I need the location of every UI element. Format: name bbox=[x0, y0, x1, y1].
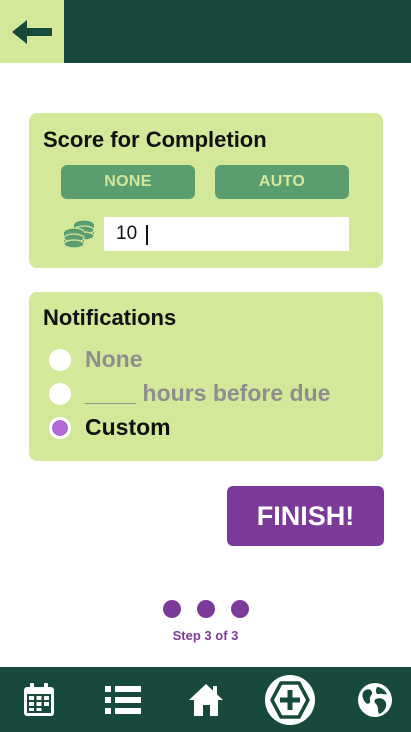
notify-option-hours[interactable]: ____ hours before due bbox=[49, 380, 330, 407]
list-icon bbox=[105, 685, 141, 714]
mode-none-button[interactable]: NONE bbox=[61, 165, 195, 199]
radio-button[interactable] bbox=[49, 348, 71, 371]
nav-globe[interactable] bbox=[345, 667, 405, 732]
finish-button[interactable]: FINISH! bbox=[227, 486, 384, 546]
coins-stack-icon bbox=[63, 219, 95, 249]
nav-calendar[interactable] bbox=[9, 667, 69, 732]
add-icon bbox=[270, 680, 310, 719]
step-dot-1 bbox=[163, 600, 181, 618]
notifications-title: Notifications bbox=[43, 305, 177, 330]
nav-home[interactable] bbox=[176, 667, 236, 732]
step-indicator-label: Step 3 of 3 bbox=[172, 628, 239, 643]
nav-add[interactable] bbox=[260, 667, 320, 732]
notify-option-label: Custom bbox=[85, 414, 171, 440]
step-dot-2 bbox=[197, 600, 215, 618]
notify-option-label: ____ hours before due bbox=[85, 380, 331, 406]
add-button-circle bbox=[265, 674, 315, 725]
top-bar bbox=[0, 0, 411, 63]
score-card: Score for Completion NONE AUTO bbox=[29, 113, 383, 268]
bottom-nav bbox=[0, 667, 411, 732]
notify-option-label: None bbox=[85, 346, 143, 372]
notifications-card: Notifications None ____ hours before due… bbox=[29, 292, 383, 461]
score-title: Score for Completion bbox=[43, 127, 267, 152]
notify-option-custom[interactable]: Custom bbox=[49, 414, 171, 441]
radio-button[interactable] bbox=[49, 382, 71, 405]
back-button[interactable] bbox=[0, 0, 64, 63]
mode-auto-button[interactable]: AUTO bbox=[215, 165, 349, 199]
nav-list[interactable] bbox=[93, 667, 153, 732]
notify-option-none[interactable]: None bbox=[49, 346, 143, 373]
score-input[interactable] bbox=[104, 217, 349, 251]
step-dot-3 bbox=[231, 600, 249, 618]
globe-icon bbox=[358, 682, 392, 717]
calendar-icon bbox=[24, 682, 54, 716]
arrow-left-icon bbox=[12, 19, 52, 44]
radio-button-selected[interactable] bbox=[49, 416, 71, 439]
text-caret bbox=[146, 225, 148, 245]
home-icon bbox=[189, 683, 223, 716]
